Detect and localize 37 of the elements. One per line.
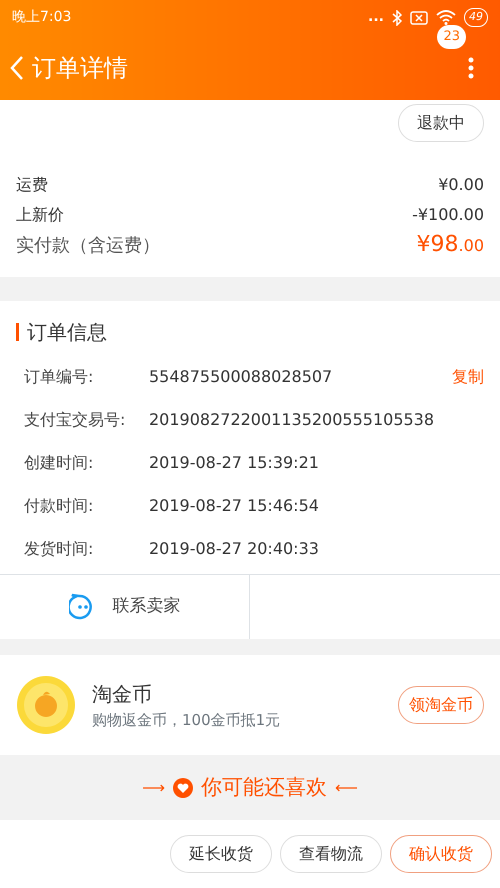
page-title: 订单详情 — [32, 52, 128, 84]
price-value: ¥0.00 — [438, 174, 484, 196]
message-count-badge: 23 — [437, 25, 466, 49]
decor-arrow: ⟶ — [142, 776, 165, 798]
back-icon[interactable] — [10, 54, 24, 80]
field-value: 554875500088028507 — [149, 366, 334, 388]
price-label: 实付款（含运费） — [16, 234, 160, 258]
decor-arrow: ⟵ — [335, 776, 358, 798]
sim-icon — [410, 10, 428, 24]
action-button[interactable]: 延长收货 — [170, 835, 272, 873]
price-label: 上新价 — [16, 204, 64, 226]
battery-indicator: 49 — [464, 8, 488, 27]
field-value: 2019-08-27 15:39:21 — [149, 452, 320, 474]
total-price: ¥98.00 — [416, 231, 484, 259]
price-value: -¥100.00 — [412, 204, 484, 226]
coin-subtitle: 购物返金币，100金币抵1元 — [92, 710, 282, 731]
signal-dots: ... — [368, 8, 384, 27]
field-label: 支付宝交易号: — [24, 408, 126, 430]
status-time: 晚上7:03 — [12, 8, 72, 27]
field-value: 2019-08-27 15:46:54 — [149, 494, 320, 516]
bluetooth-icon — [392, 10, 402, 26]
section-title: 订单信息 — [27, 319, 107, 346]
field-value: 2019082722001135200555105538 — [149, 408, 436, 430]
field-label: 发货时间: — [24, 538, 94, 560]
price-label: 运费 — [16, 174, 48, 196]
coin-icon — [16, 675, 76, 735]
recommend-title: 你可能还喜欢 — [201, 774, 327, 801]
field-label: 订单编号: — [24, 366, 94, 388]
refund-status-button[interactable]: 退款中 — [398, 104, 484, 142]
contact-seller-button[interactable]: 联系卖家 — [0, 575, 250, 639]
more-icon[interactable] — [468, 56, 474, 80]
wifi-icon — [436, 10, 456, 25]
action-button[interactable]: 查看物流 — [280, 835, 382, 873]
field-value: 2019-08-27 20:40:33 — [149, 538, 320, 560]
field-label: 付款时间: — [24, 494, 94, 516]
field-label: 创建时间: — [24, 452, 94, 474]
coin-title: 淘金币 — [92, 680, 153, 708]
